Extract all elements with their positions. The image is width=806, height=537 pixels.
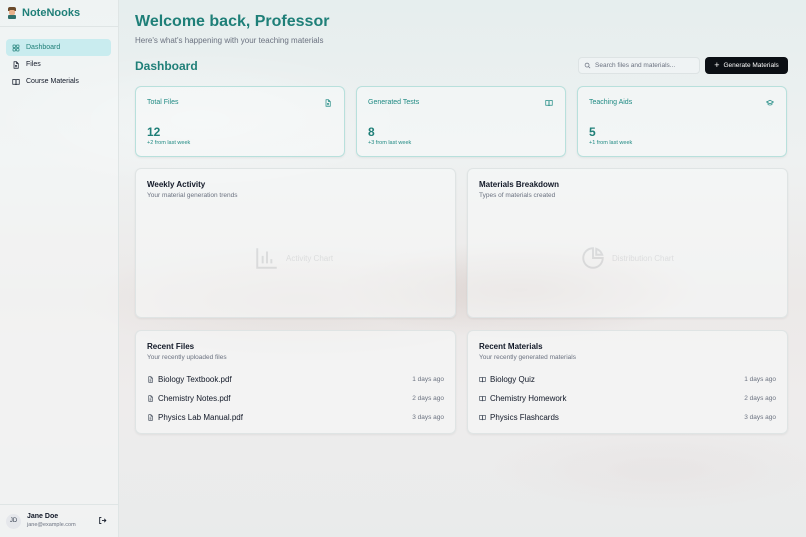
material-name: Biology Quiz xyxy=(490,374,535,384)
brand[interactable]: NoteNooks xyxy=(0,0,118,27)
file-date: 1 days ago xyxy=(412,375,444,383)
distribution-chart-placeholder: Distribution Chart xyxy=(580,245,674,271)
placeholder-label: Distribution Chart xyxy=(612,253,674,263)
activity-chart-placeholder: Activity Chart xyxy=(254,245,333,271)
recent-material-row[interactable]: Biology Quiz 1 days ago xyxy=(479,373,776,385)
plus-icon: + xyxy=(714,60,720,70)
file-icon xyxy=(148,375,153,383)
material-name: Chemistry Homework xyxy=(490,393,567,403)
stat-delta: +3 from last week xyxy=(368,140,412,146)
recent-file-row[interactable]: Physics Lab Manual.pdf 3 days ago xyxy=(147,411,444,423)
panel-subtitle: Your recently uploaded files xyxy=(147,354,227,361)
generate-materials-label: Generate Materials xyxy=(723,62,779,69)
book-open-icon xyxy=(545,100,553,107)
search-box[interactable] xyxy=(578,57,700,74)
main-content: Welcome back, Professor Here's what's ha… xyxy=(120,0,806,537)
welcome-heading: Welcome back, Professor xyxy=(135,13,330,30)
material-date: 3 days ago xyxy=(744,413,776,421)
panel-subtitle: Types of materials created xyxy=(479,192,556,199)
user-name: Jane Doe xyxy=(27,513,59,520)
file-icon xyxy=(325,99,331,107)
file-icon xyxy=(13,60,19,69)
stat-label: Generated Tests xyxy=(368,99,420,106)
stat-card-teaching-aids: Teaching Aids 5 +1 from last week xyxy=(577,86,787,157)
stat-delta: +1 from last week xyxy=(589,140,633,146)
file-icon xyxy=(148,413,153,421)
file-name: Physics Lab Manual.pdf xyxy=(158,412,243,422)
stat-value: 5 xyxy=(589,125,596,139)
panel-title: Materials Breakdown xyxy=(479,180,560,189)
panel-title: Weekly Activity xyxy=(147,180,206,189)
recent-material-row[interactable]: Physics Flashcards 3 days ago xyxy=(479,411,776,423)
sidebar-item-label: Course Materials xyxy=(26,78,79,85)
panel-title: Recent Materials xyxy=(479,342,543,351)
file-icon xyxy=(148,394,153,402)
user-profile: JD Jane Doe jane@example.com xyxy=(0,504,119,537)
sidebar-nav: Dashboard Files Course Materials xyxy=(0,27,118,90)
book-open-icon xyxy=(479,376,486,382)
file-name: Chemistry Notes.pdf xyxy=(158,393,231,403)
material-date: 2 days ago xyxy=(744,394,776,402)
book-open-icon xyxy=(12,78,20,85)
pie-chart-icon xyxy=(582,247,604,269)
weekly-activity-panel: Weekly Activity Your material generation… xyxy=(135,168,456,318)
sidebar: NoteNooks Dashboard Files Course Materia… xyxy=(0,0,119,537)
panel-title: Recent Files xyxy=(147,342,195,351)
professor-logo-icon xyxy=(7,7,17,19)
sidebar-item-files[interactable]: Files xyxy=(6,56,111,73)
stat-delta: +2 from last week xyxy=(147,140,191,146)
sidebar-item-dashboard[interactable]: Dashboard xyxy=(6,39,111,56)
stat-value: 8 xyxy=(368,125,375,139)
stat-label: Teaching Aids xyxy=(589,99,633,106)
placeholder-label: Activity Chart xyxy=(286,253,334,263)
logout-icon[interactable] xyxy=(98,516,107,525)
page-title: Dashboard xyxy=(135,59,198,73)
recent-material-row[interactable]: Chemistry Homework 2 days ago xyxy=(479,392,776,404)
sidebar-item-course-materials[interactable]: Course Materials xyxy=(6,73,111,90)
book-open-icon xyxy=(479,414,486,420)
search-icon xyxy=(584,62,591,69)
welcome-subtitle: Here's what's happening with your teachi… xyxy=(135,36,324,45)
sidebar-item-label: Files xyxy=(26,61,41,68)
recent-files-panel: Recent Files Your recently uploaded file… xyxy=(135,330,456,434)
bar-chart-icon xyxy=(256,248,277,269)
graduation-cap-icon xyxy=(766,99,774,106)
user-email: jane@example.com xyxy=(27,522,76,528)
file-date: 2 days ago xyxy=(412,394,444,402)
material-date: 1 days ago xyxy=(744,375,776,383)
stat-label: Total Files xyxy=(147,99,179,106)
generate-materials-button[interactable]: + Generate Materials xyxy=(705,57,788,74)
recent-materials-panel: Recent Materials Your recently generated… xyxy=(467,330,788,434)
materials-breakdown-panel: Materials Breakdown Types of materials c… xyxy=(467,168,788,318)
stat-value: 12 xyxy=(147,125,161,139)
book-open-icon xyxy=(479,395,486,401)
recent-file-row[interactable]: Biology Textbook.pdf 1 days ago xyxy=(147,373,444,385)
sidebar-item-label: Dashboard xyxy=(26,44,61,51)
avatar[interactable]: JD xyxy=(6,513,21,529)
material-name: Physics Flashcards xyxy=(490,412,559,422)
stat-card-total-files: Total Files 12 +2 from last week xyxy=(135,86,345,157)
panel-subtitle: Your recently generated materials xyxy=(479,354,576,361)
file-name: Biology Textbook.pdf xyxy=(158,374,232,384)
panel-subtitle: Your material generation trends xyxy=(147,192,238,199)
dashboard-grid-icon xyxy=(12,44,20,51)
app-name: NoteNooks xyxy=(22,7,81,19)
recent-file-row[interactable]: Chemistry Notes.pdf 2 days ago xyxy=(147,392,444,404)
search-input[interactable] xyxy=(595,62,695,69)
stat-card-generated-tests: Generated Tests 8 +3 from last week xyxy=(356,86,566,157)
file-date: 3 days ago xyxy=(412,413,444,421)
